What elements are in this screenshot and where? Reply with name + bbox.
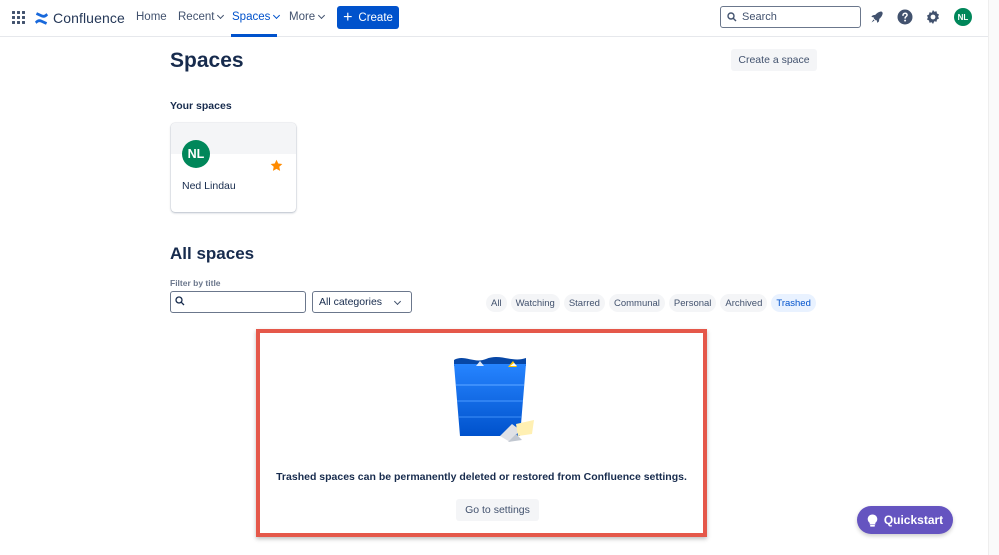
page-scrollbar[interactable] xyxy=(988,0,999,555)
empty-state-message: Trashed spaces can be permanently delete… xyxy=(276,471,687,483)
nav-recent[interactable]: Recent xyxy=(178,11,225,23)
category-select[interactable]: All categories xyxy=(312,291,412,313)
filter-title-input[interactable] xyxy=(170,291,306,313)
tab-personal[interactable]: Personal xyxy=(668,294,717,312)
brand-name: Confluence xyxy=(53,10,125,26)
space-avatar: NL xyxy=(182,140,210,168)
chevron-down-icon xyxy=(393,297,402,306)
your-spaces-heading: Your spaces xyxy=(170,100,232,112)
filter-label: Filter by title xyxy=(170,278,221,288)
trash-bucket-illustration xyxy=(454,357,534,442)
trashed-empty-state: Trashed spaces can be permanently delete… xyxy=(256,329,707,537)
tab-watching[interactable]: Watching xyxy=(510,294,560,312)
chevron-down-icon xyxy=(318,11,326,20)
page-title: Spaces xyxy=(170,49,244,72)
space-filter-tabs: All Watching Starred Communal Personal A… xyxy=(486,294,816,312)
user-avatar[interactable]: NL xyxy=(954,8,972,26)
tab-all[interactable]: All xyxy=(486,294,507,312)
confluence-logo-icon xyxy=(34,11,49,25)
active-nav-indicator xyxy=(231,34,277,37)
user-avatar-initials: NL xyxy=(957,12,969,22)
create-button[interactable]: + Create xyxy=(337,6,399,29)
nav-home-label: Home xyxy=(136,11,167,23)
nav-home[interactable]: Home xyxy=(136,11,167,23)
go-to-settings-label: Go to settings xyxy=(465,504,530,516)
top-navigation: Confluence Home Recent Spaces More + Cre… xyxy=(0,0,999,37)
help-icon[interactable] xyxy=(897,9,913,25)
search-icon xyxy=(175,296,185,306)
create-space-button[interactable]: Create a space xyxy=(731,49,817,71)
create-button-label: Create xyxy=(358,11,393,24)
search-placeholder: Search xyxy=(742,11,777,23)
nav-more[interactable]: More xyxy=(289,11,326,23)
tab-communal[interactable]: Communal xyxy=(608,294,665,312)
tab-archived[interactable]: Archived xyxy=(720,294,768,312)
chevron-down-icon xyxy=(217,11,225,20)
space-name: Ned Lindau xyxy=(182,180,236,192)
chevron-down-icon xyxy=(273,11,281,20)
go-to-settings-button[interactable]: Go to settings xyxy=(456,499,539,521)
app-switcher-icon[interactable] xyxy=(12,11,25,24)
nav-spaces[interactable]: Spaces xyxy=(232,11,281,23)
nav-more-label: More xyxy=(289,11,316,23)
all-spaces-heading: All spaces xyxy=(170,244,255,263)
nav-spaces-label: Spaces xyxy=(232,11,271,23)
star-icon[interactable] xyxy=(270,159,283,172)
quickstart-label: Quickstart xyxy=(883,513,944,527)
tab-trashed[interactable]: Trashed xyxy=(771,294,816,312)
settings-icon[interactable] xyxy=(925,9,941,25)
tab-starred[interactable]: Starred xyxy=(563,294,605,312)
nav-recent-label: Recent xyxy=(178,11,215,23)
plus-icon: + xyxy=(343,8,353,26)
confluence-logo[interactable]: Confluence xyxy=(34,8,125,28)
quickstart-button[interactable]: Quickstart xyxy=(857,506,953,534)
notifications-icon[interactable] xyxy=(869,9,885,25)
create-space-label: Create a space xyxy=(738,54,810,66)
search-input[interactable]: Search xyxy=(720,6,861,28)
space-card[interactable]: NL Ned Lindau xyxy=(171,123,296,212)
space-avatar-initials: NL xyxy=(187,147,205,161)
category-select-value: All categories xyxy=(319,296,383,308)
search-icon xyxy=(727,12,737,22)
lightbulb-icon xyxy=(867,514,878,527)
